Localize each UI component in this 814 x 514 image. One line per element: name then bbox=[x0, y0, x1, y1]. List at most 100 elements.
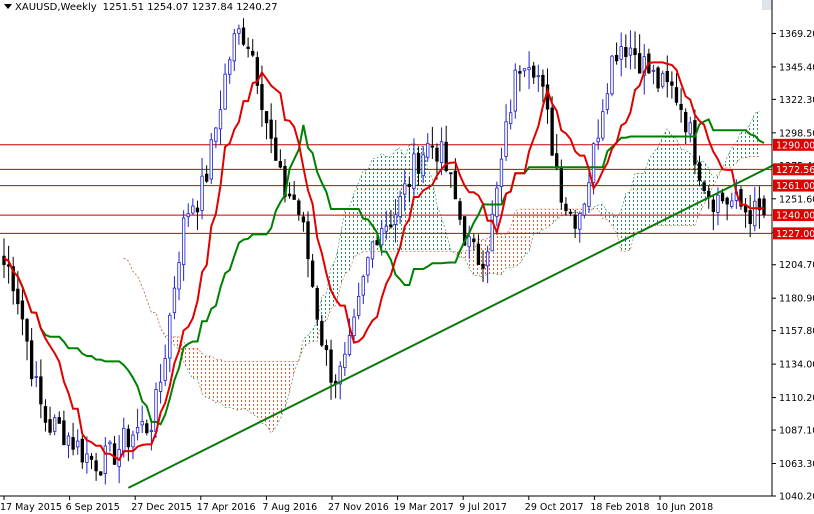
candle-body bbox=[716, 194, 720, 213]
candle-body bbox=[651, 69, 656, 72]
x-tick-label: 19 Mar 2017 bbox=[394, 502, 454, 513]
candle-body bbox=[297, 200, 301, 215]
candle-body bbox=[177, 262, 181, 290]
candle-body bbox=[568, 211, 573, 214]
candle-body bbox=[246, 46, 250, 49]
x-tick-label: 27 Nov 2016 bbox=[328, 502, 389, 513]
candle-body bbox=[126, 428, 131, 448]
candle-body bbox=[578, 213, 582, 230]
candle-body bbox=[324, 345, 329, 351]
candle-body bbox=[725, 197, 729, 205]
candle-body bbox=[619, 46, 623, 60]
candle-body bbox=[260, 84, 264, 111]
candle-body bbox=[679, 103, 683, 110]
candle-body bbox=[430, 145, 435, 148]
candle-body bbox=[476, 243, 481, 265]
cloud-bull-area bbox=[123, 258, 161, 329]
y-tick-label: 1369.20 bbox=[779, 29, 814, 40]
y-tick-label: 1134.00 bbox=[779, 360, 814, 371]
candle-body bbox=[122, 427, 126, 453]
x-tick-label: 9 Jul 2017 bbox=[459, 502, 507, 513]
y-tick-label: 1040.20 bbox=[779, 492, 814, 503]
candle-body bbox=[393, 214, 398, 225]
candle-body bbox=[53, 417, 57, 432]
candle-body bbox=[76, 440, 80, 448]
level-label: 1227.00 bbox=[776, 229, 814, 240]
y-tick-label: 1322.30 bbox=[779, 95, 814, 106]
candle-body bbox=[403, 183, 407, 195]
candle-body bbox=[711, 199, 715, 212]
candle-body bbox=[209, 139, 213, 180]
candle-body bbox=[301, 216, 306, 223]
candle-body bbox=[513, 69, 517, 112]
candle-body bbox=[697, 162, 702, 181]
candle-body bbox=[702, 182, 706, 191]
candle-body bbox=[99, 471, 103, 476]
x-tick-label: 17 May 2015 bbox=[0, 502, 62, 513]
candle-body bbox=[71, 437, 75, 450]
candle-body bbox=[172, 287, 177, 314]
candle-body bbox=[591, 143, 596, 184]
candle-body bbox=[131, 434, 135, 448]
y-tick-label: 1251.60 bbox=[779, 194, 814, 205]
candle-body bbox=[748, 210, 752, 224]
level-labels: 1290.00 1272.56 1261.00 1240.00 1227.00 bbox=[773, 138, 814, 240]
candle-body bbox=[720, 192, 725, 202]
candle-body bbox=[453, 170, 458, 200]
candle-body bbox=[559, 167, 563, 203]
candle-body bbox=[508, 112, 513, 125]
candle-body bbox=[449, 172, 453, 175]
candle-body bbox=[421, 154, 425, 177]
x-tick-label: 6 Sep 2015 bbox=[66, 502, 120, 513]
candle-body bbox=[315, 288, 319, 320]
candle-body bbox=[532, 65, 536, 78]
candle-body bbox=[656, 67, 660, 89]
candle-body bbox=[605, 93, 610, 110]
candle-body bbox=[310, 260, 315, 287]
candle-body bbox=[762, 198, 766, 216]
candle-body bbox=[389, 224, 393, 228]
y-tick-label: 1180.90 bbox=[779, 294, 814, 305]
candle-body bbox=[361, 276, 365, 296]
x-tick-label: 17 Apr 2016 bbox=[197, 502, 256, 513]
cloud-bull-area bbox=[722, 111, 760, 170]
candle-body bbox=[587, 182, 591, 207]
candle-body bbox=[458, 201, 462, 220]
candle-body bbox=[39, 376, 43, 405]
y-tick-label: 1157.80 bbox=[779, 326, 814, 337]
price-chart[interactable]: 1369.201345.401322.301298.501275.401251.… bbox=[0, 0, 814, 514]
candle-body bbox=[541, 74, 545, 87]
candle-body bbox=[149, 429, 154, 432]
candle-body bbox=[218, 109, 223, 130]
candle-body bbox=[200, 175, 204, 211]
candle-body bbox=[614, 54, 619, 62]
candle-body bbox=[25, 318, 29, 342]
tenkan-sen-line bbox=[3, 61, 764, 462]
x-tick-label: 10 Jun 2018 bbox=[656, 502, 713, 513]
candle-body bbox=[743, 205, 748, 213]
candle-body bbox=[435, 147, 439, 162]
x-tick-label: 27 Dec 2015 bbox=[131, 502, 192, 513]
candle-body bbox=[292, 194, 296, 200]
candle-body bbox=[661, 72, 665, 87]
candle-body bbox=[89, 455, 94, 460]
candle-body bbox=[610, 55, 614, 95]
candle-body bbox=[380, 228, 384, 246]
candle-body bbox=[251, 50, 255, 56]
y-tick-label: 1298.50 bbox=[779, 128, 814, 139]
candle-body bbox=[158, 381, 163, 392]
candle-body bbox=[352, 316, 356, 337]
y-tick-label: 1345.40 bbox=[779, 62, 814, 73]
candle-body bbox=[472, 238, 476, 243]
candle-body bbox=[499, 158, 504, 187]
candle-body bbox=[214, 127, 218, 142]
candle-body bbox=[181, 217, 186, 266]
level-label: 1290.00 bbox=[776, 140, 814, 151]
candle-body bbox=[43, 406, 48, 423]
candle-body bbox=[57, 417, 61, 424]
candle-body bbox=[665, 70, 669, 83]
candle-body bbox=[94, 460, 98, 472]
candle-body bbox=[628, 47, 633, 56]
candle-body bbox=[688, 122, 692, 135]
level-label: 1261.00 bbox=[776, 181, 814, 192]
